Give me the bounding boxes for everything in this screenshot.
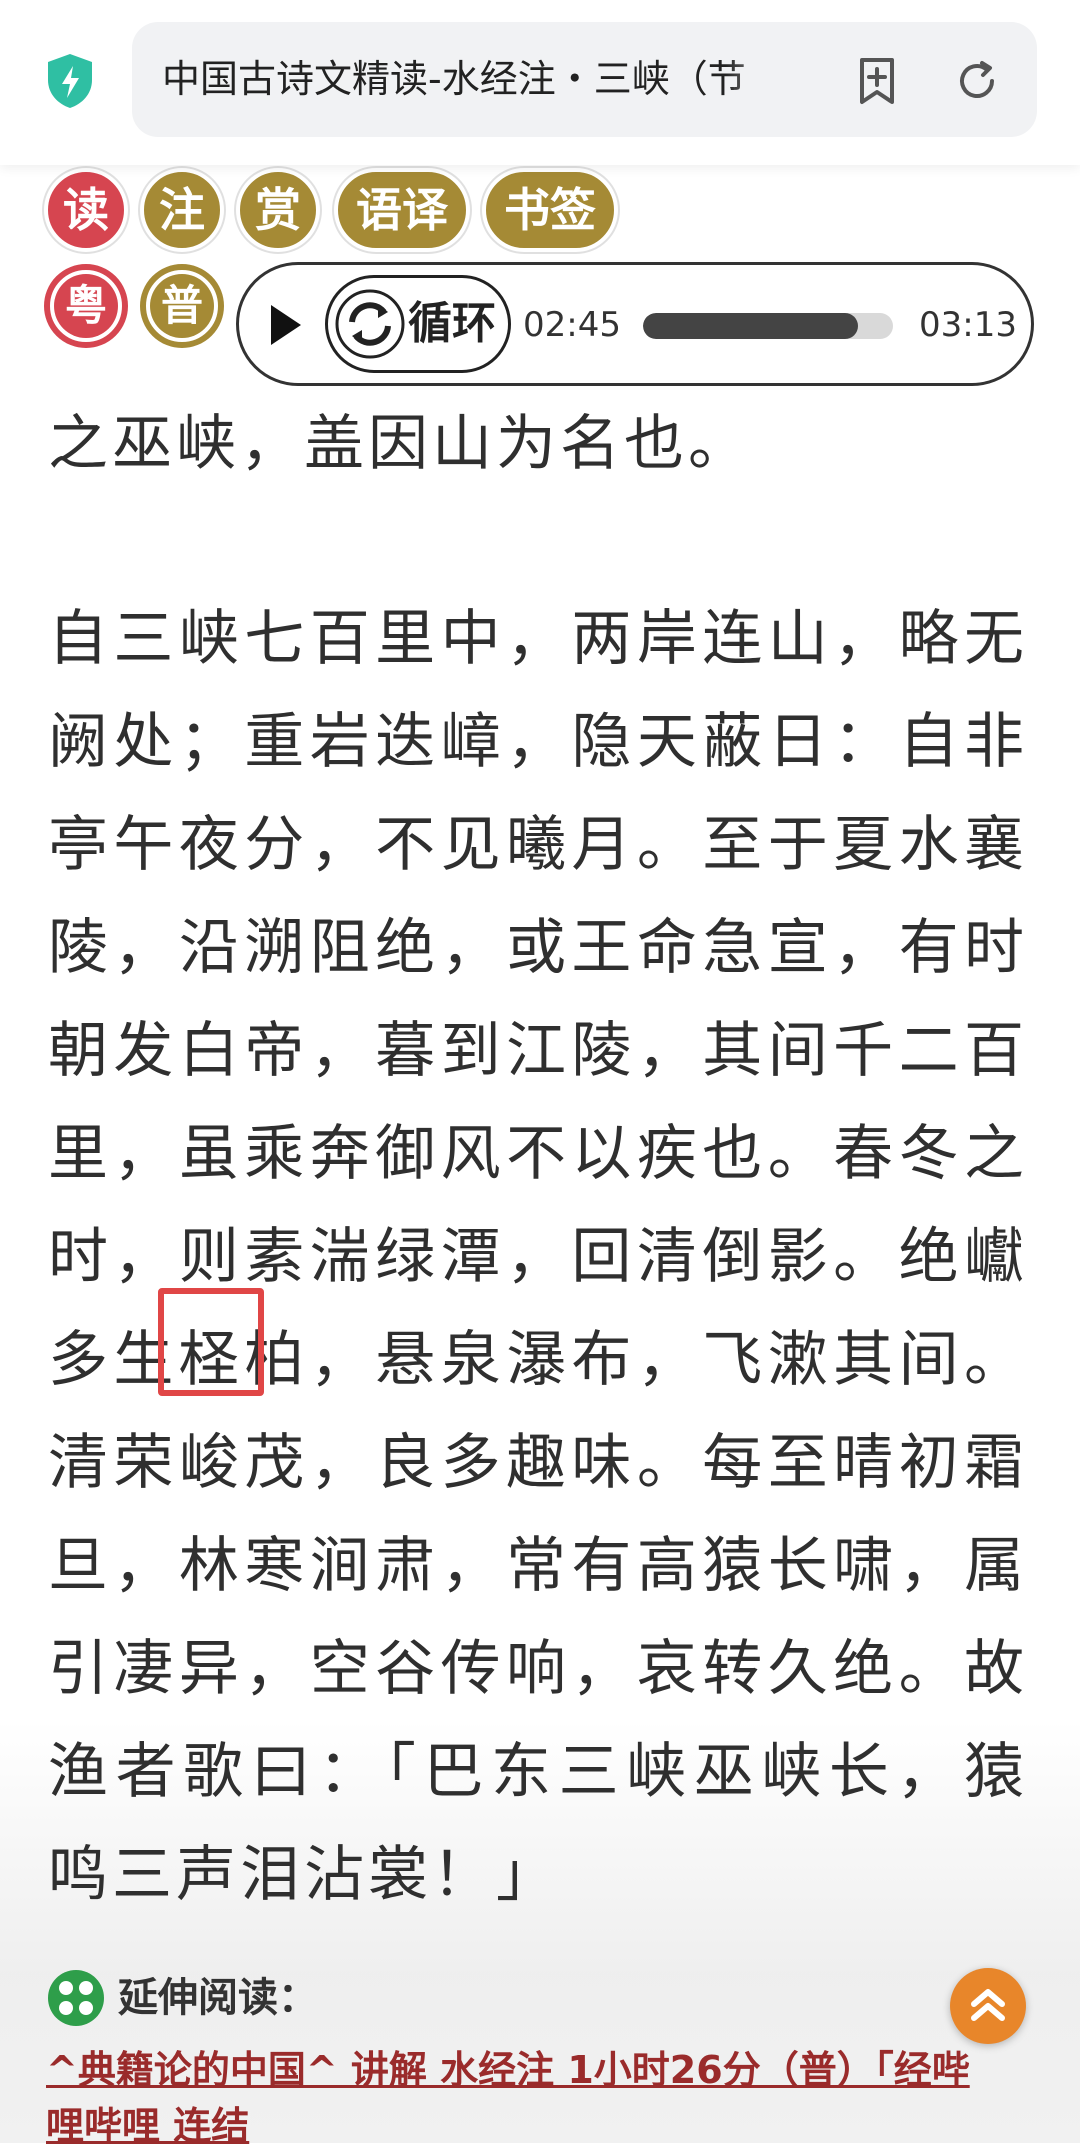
cantonese-label: 粤 [64,281,107,330]
bookmark-button[interactable]: 书签 [482,168,618,252]
translation-label: 语译 [356,183,448,237]
extended-reading-title: 延伸阅读： [118,1975,318,2021]
paragraph-1: 另耳。……其间首尾百六十里，谓之巫峡，盖因山为名也。 [48,370,1024,479]
back-to-top-button[interactable] [950,1968,1026,2044]
read-button[interactable]: 读 [44,168,128,252]
progress-bar[interactable] [643,313,893,339]
page-title[interactable]: 中国古诗文精读-水经注・三峡（节 [162,54,802,104]
bookmark-add-icon[interactable] [852,56,902,106]
extended-link-1[interactable]: ^典籍论的中国^ 讲解 水经注 1小时26分（普）「经哔 [46,2044,1026,2096]
reload-icon[interactable] [952,56,1002,106]
progress-fill [643,313,858,339]
shield-icon[interactable] [44,52,96,110]
read-label: 读 [63,183,109,237]
paragraph-2: 自三峡七百里中，两岸连山，略无阙处；重岩迭嶂，隐天蔽日：自非亭午夜分，不见曦月。… [48,604,1028,1910]
appreciate-button[interactable]: 赏 [236,168,320,252]
address-bar[interactable]: 中国古诗文精读-水经注・三峡（节 [132,22,1037,137]
appreciate-label: 赏 [255,183,301,237]
mandarin-button[interactable]: 普 [140,264,224,348]
translation-button[interactable]: 语译 [334,168,470,252]
highlighted-character-box[interactable] [158,1288,264,1396]
mandarin-label: 普 [160,281,203,330]
chevron-up-icon [971,1989,1005,2021]
extended-link-2[interactable]: 哩哔哩 连结 [46,2100,249,2152]
browser-top-bar: 中国古诗文精读-水经注・三峡（节 [0,0,1080,165]
bookmark-label: 书签 [504,183,596,237]
notes-label: 注 [159,183,205,237]
notes-button[interactable]: 注 [140,168,224,252]
article-content: 另耳。……其间首尾百六十里，谓之巫峡，盖因山为名也。 自三峡七百里中，两岸连山，… [48,340,1028,1910]
clover-icon [48,1970,104,2026]
cantonese-button[interactable]: 粤 [44,264,128,348]
